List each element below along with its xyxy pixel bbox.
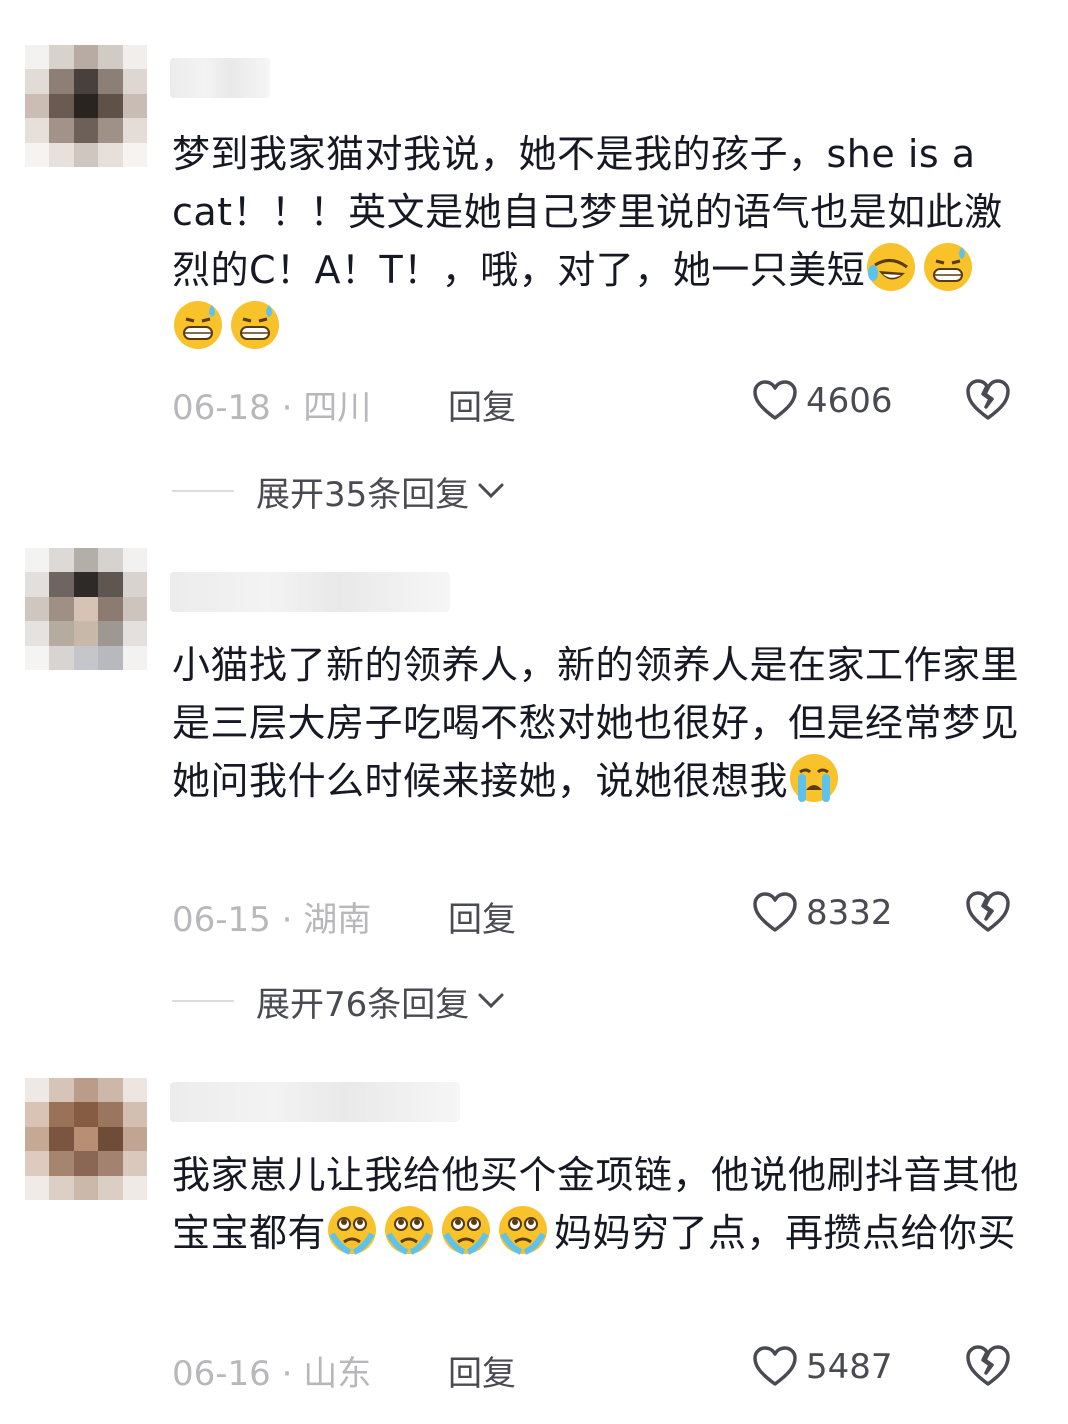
expand-replies-label: 展开35条回复 (256, 474, 470, 515)
reply-button[interactable]: 回复 (448, 380, 516, 429)
heart-outline-icon (753, 380, 797, 420)
comment-text: 梦到我家猫对我说，她不是我的孩子，she is a cat！！！英文是她自己梦里… (172, 125, 1032, 357)
broken-heart-icon (966, 379, 1010, 420)
avatar[interactable] (25, 45, 147, 167)
comment-meta: 06-16 · 山东 回复 5487 (172, 1344, 1032, 1397)
like-count: 4606 (806, 381, 893, 421)
broken-heart-icon (966, 891, 1010, 932)
username-blurred[interactable] (170, 572, 450, 612)
sweat-grin-emoji (924, 243, 973, 291)
comment-text: 我家崽儿让我给他买个金项链，他说他刷抖音其他宝宝都有 妈妈穷了点，再攒点给你买 (172, 1146, 1032, 1262)
tearful-emoji (442, 1206, 491, 1255)
sweat-grin-emoji (231, 301, 279, 349)
broken-heart-icon (966, 1345, 1010, 1386)
divider (172, 1000, 234, 1002)
tearful-emoji (499, 1206, 548, 1255)
divider (172, 490, 234, 492)
expand-replies-button[interactable]: 展开76条回复 (172, 976, 505, 1026)
comment-date-location: 06-18 · 四川 (172, 388, 372, 428)
like-count: 5487 (806, 1347, 893, 1387)
dislike-button[interactable] (964, 1344, 1012, 1397)
avatar[interactable] (25, 1078, 147, 1200)
reply-button[interactable]: 回复 (448, 1346, 516, 1395)
dislike-button[interactable] (964, 378, 1012, 431)
sweat-grin-emoji (174, 301, 222, 349)
avatar[interactable] (25, 548, 147, 670)
expand-replies-label: 展开76条回复 (256, 984, 470, 1025)
username-blurred[interactable] (170, 1082, 460, 1122)
comment-meta: 06-18 · 四川 回复 4606 (172, 378, 1032, 431)
tearful-emoji (328, 1206, 377, 1255)
comment-text-tail: 妈妈穷了点，再攒点给你买 (554, 1211, 1017, 1255)
comment-text: 小猫找了新的领养人，新的领养人是在家工作家里是三层大房子吃喝不愁对她也很好，但是… (172, 636, 1032, 810)
comment-meta: 06-15 · 湖南 回复 8332 (172, 890, 1032, 943)
expand-replies-button[interactable]: 展开35条回复 (172, 466, 505, 516)
dislike-button[interactable] (964, 890, 1012, 943)
heart-outline-icon (753, 892, 797, 932)
chevron-down-icon (478, 483, 504, 499)
username-blurred[interactable] (170, 58, 270, 98)
chevron-down-icon (478, 993, 504, 1009)
comment-date-location: 06-16 · 山东 (172, 1354, 372, 1394)
reply-button[interactable]: 回复 (448, 892, 516, 941)
crying-emoji (790, 754, 839, 802)
like-button[interactable]: 4606 (752, 380, 893, 422)
tearful-emoji (385, 1206, 434, 1255)
laugh-cry-emoji (867, 243, 916, 291)
like-button[interactable]: 8332 (752, 892, 893, 934)
like-count: 8332 (806, 893, 893, 933)
like-button[interactable]: 5487 (752, 1346, 893, 1388)
comment-date-location: 06-15 · 湖南 (172, 900, 372, 940)
heart-outline-icon (753, 1346, 797, 1386)
comment-text-body: 小猫找了新的领养人，新的领养人是在家工作家里是三层大房子吃喝不愁对她也很好，但是… (172, 643, 1020, 803)
